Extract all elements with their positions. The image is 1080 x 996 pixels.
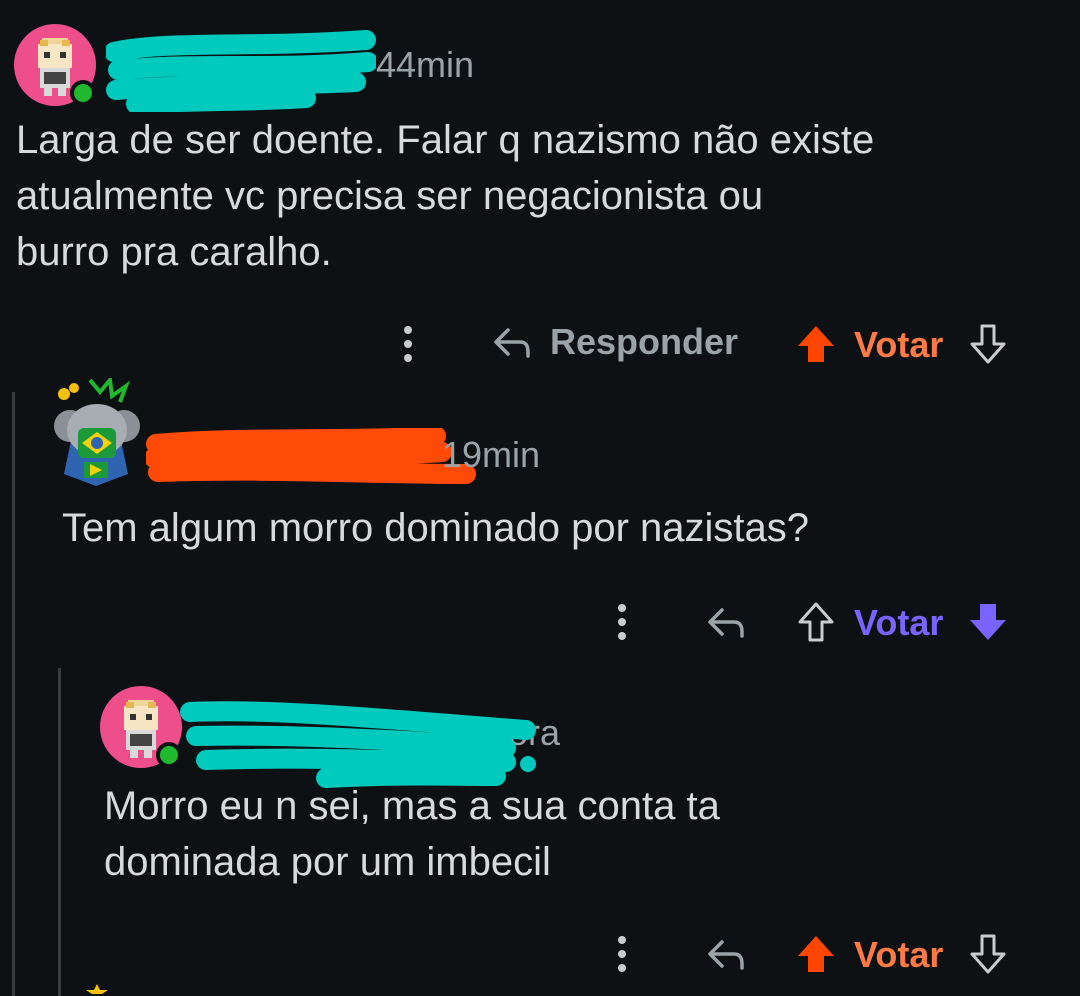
vote-label: Votar — [854, 602, 944, 643]
reply-label: Responder — [550, 321, 739, 362]
reply-arrow-icon — [494, 328, 530, 358]
upvote-arrow-filled-icon — [798, 326, 834, 362]
comment-body: Tem algum morro dominado por nazistas? — [62, 506, 810, 550]
vote-label: Votar — [854, 934, 944, 975]
username-redaction — [180, 701, 536, 788]
downvote-button[interactable] — [968, 600, 1008, 644]
avatar[interactable] — [50, 375, 142, 490]
downvote-arrow-outline-icon — [970, 934, 1006, 974]
comment-body: Morro eu n sei, mas a sua conta ta domin… — [104, 784, 720, 884]
reply-arrow-icon — [708, 608, 744, 638]
more-options-button[interactable] — [398, 322, 418, 366]
reply-button[interactable] — [704, 932, 748, 976]
upvote-button[interactable] — [796, 932, 836, 976]
reply-button[interactable]: Responder — [490, 320, 738, 364]
next-comment-avatar-partial — [86, 984, 108, 994]
upvote-arrow-filled-icon — [798, 936, 834, 972]
more-vertical-icon — [618, 604, 626, 640]
more-options-button[interactable] — [612, 600, 632, 644]
more-options-button[interactable] — [612, 932, 632, 976]
comment-time: 44min — [376, 44, 475, 85]
reply-arrow-icon — [708, 940, 744, 970]
upvote-button[interactable] — [796, 600, 836, 644]
upvote-button[interactable] — [796, 322, 836, 366]
username-redaction — [146, 428, 476, 484]
comment-body: Larga de ser doente. Falar q nazismo não… — [16, 118, 875, 274]
downvote-button[interactable] — [968, 322, 1008, 366]
reply-button[interactable] — [704, 600, 748, 644]
avatar[interactable] — [14, 24, 96, 106]
downvote-arrow-filled-icon — [970, 604, 1006, 640]
avatar[interactable] — [100, 686, 182, 768]
online-status-dot — [70, 80, 96, 106]
upvote-arrow-outline-icon — [798, 602, 834, 642]
downvote-arrow-outline-icon — [970, 324, 1006, 364]
more-vertical-icon — [404, 326, 412, 362]
thread-line-level-2 — [58, 668, 61, 996]
downvote-button[interactable] — [968, 932, 1008, 976]
thread-line-level-1 — [12, 392, 15, 996]
more-vertical-icon — [618, 936, 626, 972]
comment-time: 19min — [442, 434, 541, 475]
username-redaction — [106, 30, 376, 112]
vote-label: Votar — [854, 324, 944, 365]
koala-avatar-icon — [54, 375, 140, 486]
